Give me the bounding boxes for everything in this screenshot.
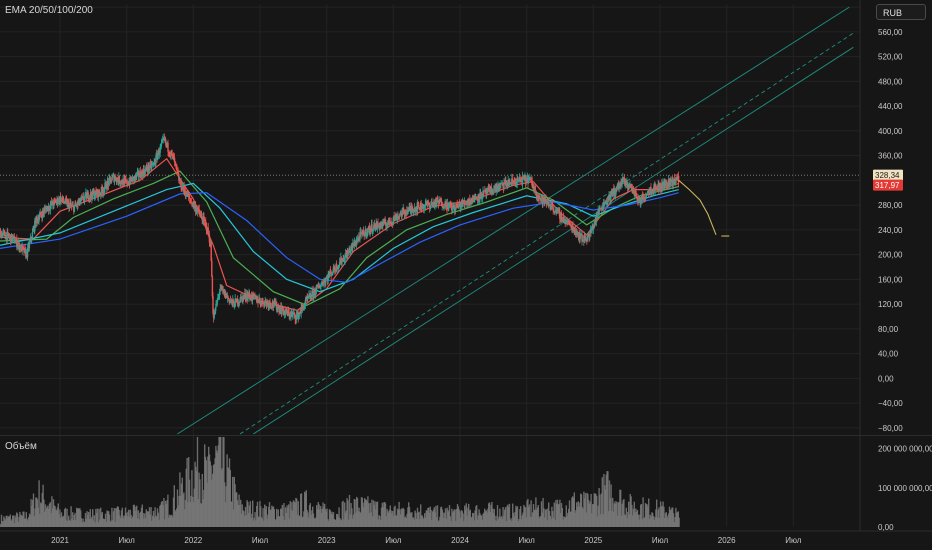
volume-axis: 200 000 000,00 100 000 000,00 0,00 [878, 445, 932, 532]
candle-body [307, 297, 310, 299]
candle-body [635, 196, 638, 197]
candle-body [539, 197, 541, 200]
price-tick-label: 520,00 [878, 53, 903, 62]
candle-body [73, 206, 76, 212]
projection-path[interactable] [678, 179, 730, 237]
candle-body [43, 209, 46, 214]
axes [0, 0, 932, 532]
time-axis[interactable]: 2021 Июл 2022 Июл 2023 Июл 2024 Июл 2025 Июл 2026 И… [51, 536, 802, 545]
last-price-label: 317,97 [875, 181, 900, 190]
candle-body [281, 310, 283, 314]
candle-body [160, 143, 163, 146]
volume-bar [678, 517, 680, 527]
candle-body [175, 162, 177, 165]
price-tick-label: 560,00 [878, 28, 903, 37]
candle-body [86, 194, 88, 199]
price-tick-label: 0,00 [878, 374, 894, 383]
volume-bars [0, 437, 680, 527]
currency-button[interactable]: RUB [876, 4, 926, 20]
time-tick-label: 2022 [184, 536, 202, 545]
candle-body [418, 204, 420, 208]
candle-body [364, 232, 366, 237]
time-tick-label: Июл [119, 536, 136, 545]
candle-body [262, 298, 264, 304]
candle-body [445, 202, 448, 209]
price-tick-label: 160,00 [878, 275, 903, 284]
price-tick-label: −40,00 [878, 399, 903, 408]
candle-body [269, 304, 272, 307]
candle-body [176, 166, 178, 170]
time-tick-label: 2024 [451, 536, 469, 545]
candle-body [677, 175, 680, 183]
price-tick-label: 400,00 [878, 127, 903, 136]
channel-lower-line[interactable] [253, 46, 854, 435]
price-labels: 328,34317,97 [873, 169, 903, 191]
candle-body [110, 180, 113, 183]
candle-body [167, 142, 169, 152]
time-tick-label: 2026 [718, 536, 736, 545]
candle-body [341, 261, 343, 264]
volume-tick-label: 100 000 000,00 [878, 484, 932, 493]
price-axis[interactable]: 560,00520,00480,00440,00400,00360,00320,… [878, 3, 903, 433]
time-tick-label: 2023 [318, 536, 336, 545]
time-tick-label: Июл [652, 536, 669, 545]
price-tick-label: −80,00 [878, 424, 903, 433]
candle-body [628, 187, 631, 189]
price-tick-label: 480,00 [878, 77, 903, 86]
volume-tick-label: 0,00 [878, 523, 894, 532]
time-tick-label: 2021 [51, 536, 69, 545]
time-tick-label: Июл [785, 536, 802, 545]
time-tick-label: Июл [385, 536, 402, 545]
candle-body [188, 196, 191, 199]
reference-price-label: 328,34 [875, 171, 900, 180]
candle-body [373, 224, 375, 229]
time-tick-label: 2025 [584, 536, 602, 545]
price-tick-label: 40,00 [878, 350, 899, 359]
indicator-label[interactable]: EMA 20/50/100/200 [5, 5, 93, 16]
candle-body [115, 177, 117, 181]
candle-body [241, 296, 243, 298]
price-series [0, 133, 680, 325]
trend-channel[interactable] [177, 6, 854, 435]
time-tick-label: Июл [519, 536, 536, 545]
candle-body [325, 278, 327, 283]
time-tick-label: Июл [252, 536, 269, 545]
candle-body [4, 231, 6, 237]
candle-body [38, 214, 41, 219]
price-tick-label: 240,00 [878, 226, 903, 235]
projection-line[interactable] [678, 179, 717, 236]
chart-canvas[interactable]: 560,00520,00480,00440,00400,00360,00320,… [0, 0, 932, 550]
channel-middle-line[interactable] [239, 32, 854, 435]
candle-body [14, 242, 16, 244]
candle-body [211, 260, 213, 277]
candle-body [31, 231, 34, 239]
price-tick-label: 200,00 [878, 251, 903, 260]
candle-body [109, 177, 112, 180]
channel-upper-line[interactable] [177, 6, 850, 435]
price-tick-label: 120,00 [878, 300, 903, 309]
price-tick-label: 360,00 [878, 152, 903, 161]
candle-body [316, 285, 318, 288]
price-tick-label: 440,00 [878, 102, 903, 111]
candle-body [383, 220, 385, 225]
volume-tick-label: 200 000 000,00 [878, 445, 932, 454]
volume-pane-label: Объём [5, 441, 37, 452]
candle-body [365, 228, 367, 236]
price-tick-label: 80,00 [878, 325, 899, 334]
price-tick-label: 280,00 [878, 201, 903, 210]
candle-body [404, 211, 407, 215]
